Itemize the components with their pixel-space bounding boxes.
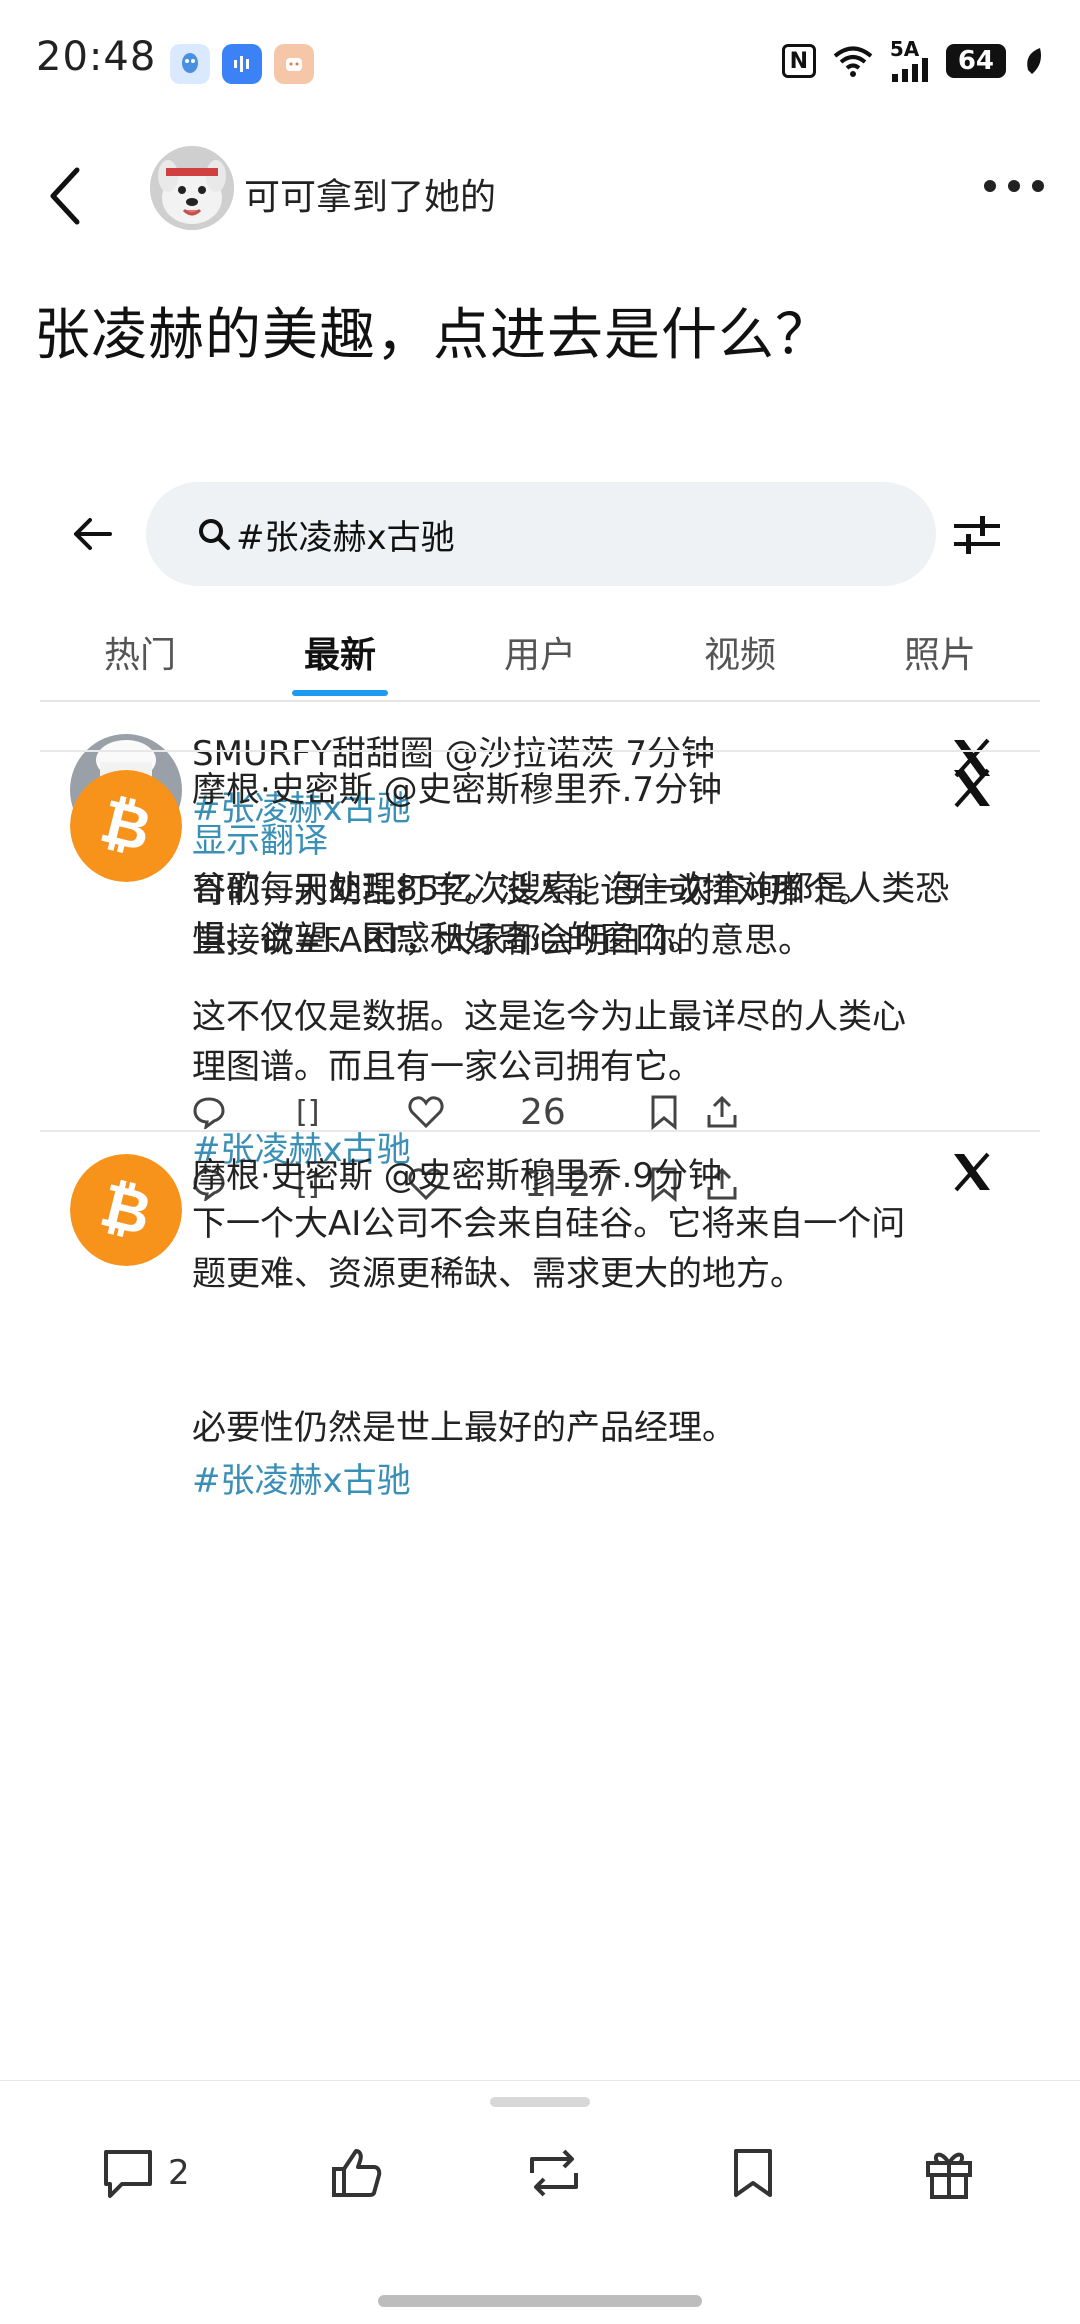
status-time: 20:48 (36, 34, 157, 80)
search-icon (199, 519, 230, 550)
bitcoin-avatar[interactable]: ₿ (70, 1154, 182, 1266)
leaf-icon (1027, 48, 1041, 74)
poster-name[interactable]: 可可拿到了她的 (244, 168, 496, 220)
notification-icons (170, 44, 314, 84)
x-search-row: #张凌赫x古驰 (40, 482, 1040, 586)
share-icon (707, 1095, 737, 1128)
tweet-text-line: 这不仅仅是数据。这是迄今为止最详尽的人类心 (192, 997, 906, 1037)
gift-button[interactable] (922, 2133, 976, 2213)
voice-notification-icon (222, 44, 262, 84)
tweet-text-line: 必要性仍然是世上最好的产品经理。 (192, 1408, 736, 1448)
tweet-divider (40, 750, 1040, 752)
x-tabs: 热门 最新 用户 视频 照片 (40, 612, 1040, 700)
comment-count: 2 (168, 2153, 190, 2193)
tweet-author-line: 摩根·史密斯 @史密斯穆里乔.7分钟 (192, 770, 723, 810)
wifi-icon (833, 46, 873, 77)
comment-button[interactable]: 2 (100, 2133, 190, 2213)
share-button[interactable] (706, 1082, 738, 1142)
post-header: 可可拿到了她的 (0, 140, 1080, 250)
tweet-text-line: 题更难、资源更稀缺、需求更大的地方。 (192, 1254, 804, 1294)
more-options-button[interactable] (984, 180, 1044, 192)
bottom-action-bar: 2 (0, 2080, 1080, 2324)
comment-icon (104, 2150, 152, 2198)
x-logo-icon (954, 768, 990, 808)
arrow-left-icon (74, 518, 112, 550)
tweet-author-line: 摩根·史密斯 @史密斯穆里乔.9分钟 (192, 1156, 723, 1196)
favorite-button[interactable] (730, 2133, 776, 2213)
repost-icon (530, 2149, 578, 2197)
like-post-button[interactable] (328, 2133, 384, 2213)
tab-latest[interactable]: 最新 (240, 612, 440, 700)
tab-videos[interactable]: 视频 (640, 612, 840, 700)
dot-icon (1008, 180, 1020, 192)
tab-users[interactable]: 用户 (440, 612, 640, 700)
gesture-navigation-bar[interactable] (378, 2295, 702, 2307)
tab-photos[interactable]: 照片 (840, 612, 1040, 700)
repost-post-button[interactable] (522, 2133, 586, 2213)
bitcoin-avatar[interactable]: ₿ (70, 770, 182, 882)
hashtag-link[interactable]: #张凌赫x古驰 (192, 1453, 1020, 1502)
tabs-divider (40, 700, 1040, 702)
chevron-left-icon (50, 167, 80, 225)
heart-icon (408, 1096, 444, 1129)
dot-icon (984, 180, 996, 192)
status-bar: 20:48 N 5A 64 (0, 0, 1080, 120)
bookmark-icon (651, 1095, 677, 1130)
like-button[interactable] (408, 1082, 444, 1142)
reply-button[interactable] (192, 1082, 226, 1142)
sheet-handle[interactable] (490, 2097, 590, 2107)
x-logo-icon (954, 1152, 990, 1192)
like-count: 26 (520, 1091, 566, 1133)
tweet-divider (40, 1130, 1040, 1132)
tweet-text-line: 谷歌每天处理85亿次搜索。每一次查询都是人类恐 (192, 869, 950, 909)
dot-icon (1032, 180, 1044, 192)
tweet-2-actions: [] 26 (192, 1082, 992, 1142)
bracket-icon: [] (296, 1094, 320, 1130)
thumbs-up-icon (332, 2149, 382, 2197)
show-translation-link[interactable]: 显示翻译 (192, 813, 1020, 862)
tweet-text-line: 下一个大AI公司不会来自硅谷。它将来自一个问 (192, 1204, 906, 1244)
cellular-signal-icon: 5A (890, 39, 930, 82)
bookmark-icon (734, 2149, 772, 2197)
repost-button[interactable]: [] (296, 1082, 319, 1142)
x-back-button[interactable] (68, 510, 116, 558)
bookmark-button[interactable] (650, 1082, 678, 1142)
sliders-icon (954, 516, 1000, 554)
nfc-icon: N (781, 44, 816, 78)
battery-icon: 64 (945, 44, 1006, 78)
qq-notification-icon (170, 44, 210, 84)
back-button[interactable] (36, 160, 92, 232)
poster-avatar[interactable] (150, 146, 234, 230)
post-title: 张凌赫的美趣，点进去是什么？ (34, 303, 832, 368)
reply-icon (193, 1097, 225, 1129)
tweet-3[interactable]: ₿ 摩根·史密斯 @史密斯穆里乔.9分钟 下一个大AI公司不会来自硅谷。它将来自… (40, 1148, 1040, 1501)
embedded-screenshot: #张凌赫x古驰 热门 最新 用户 视频 照片 SMURFY甜甜圈 @沙拉诺茨 7… (40, 462, 1040, 2082)
x-search-input[interactable]: #张凌赫x古驰 (146, 482, 936, 586)
gift-icon (926, 2152, 972, 2199)
app-notification-icon (274, 44, 314, 84)
tab-hot[interactable]: 热门 (40, 612, 240, 700)
status-indicators: N 5A 64 (781, 39, 1044, 82)
filter-button[interactable] (950, 510, 1004, 560)
tweet-text-line: 惧、欲望、困惑和好奇心的窗口。 (192, 919, 702, 959)
search-query: #张凌赫x古驰 (236, 517, 455, 558)
